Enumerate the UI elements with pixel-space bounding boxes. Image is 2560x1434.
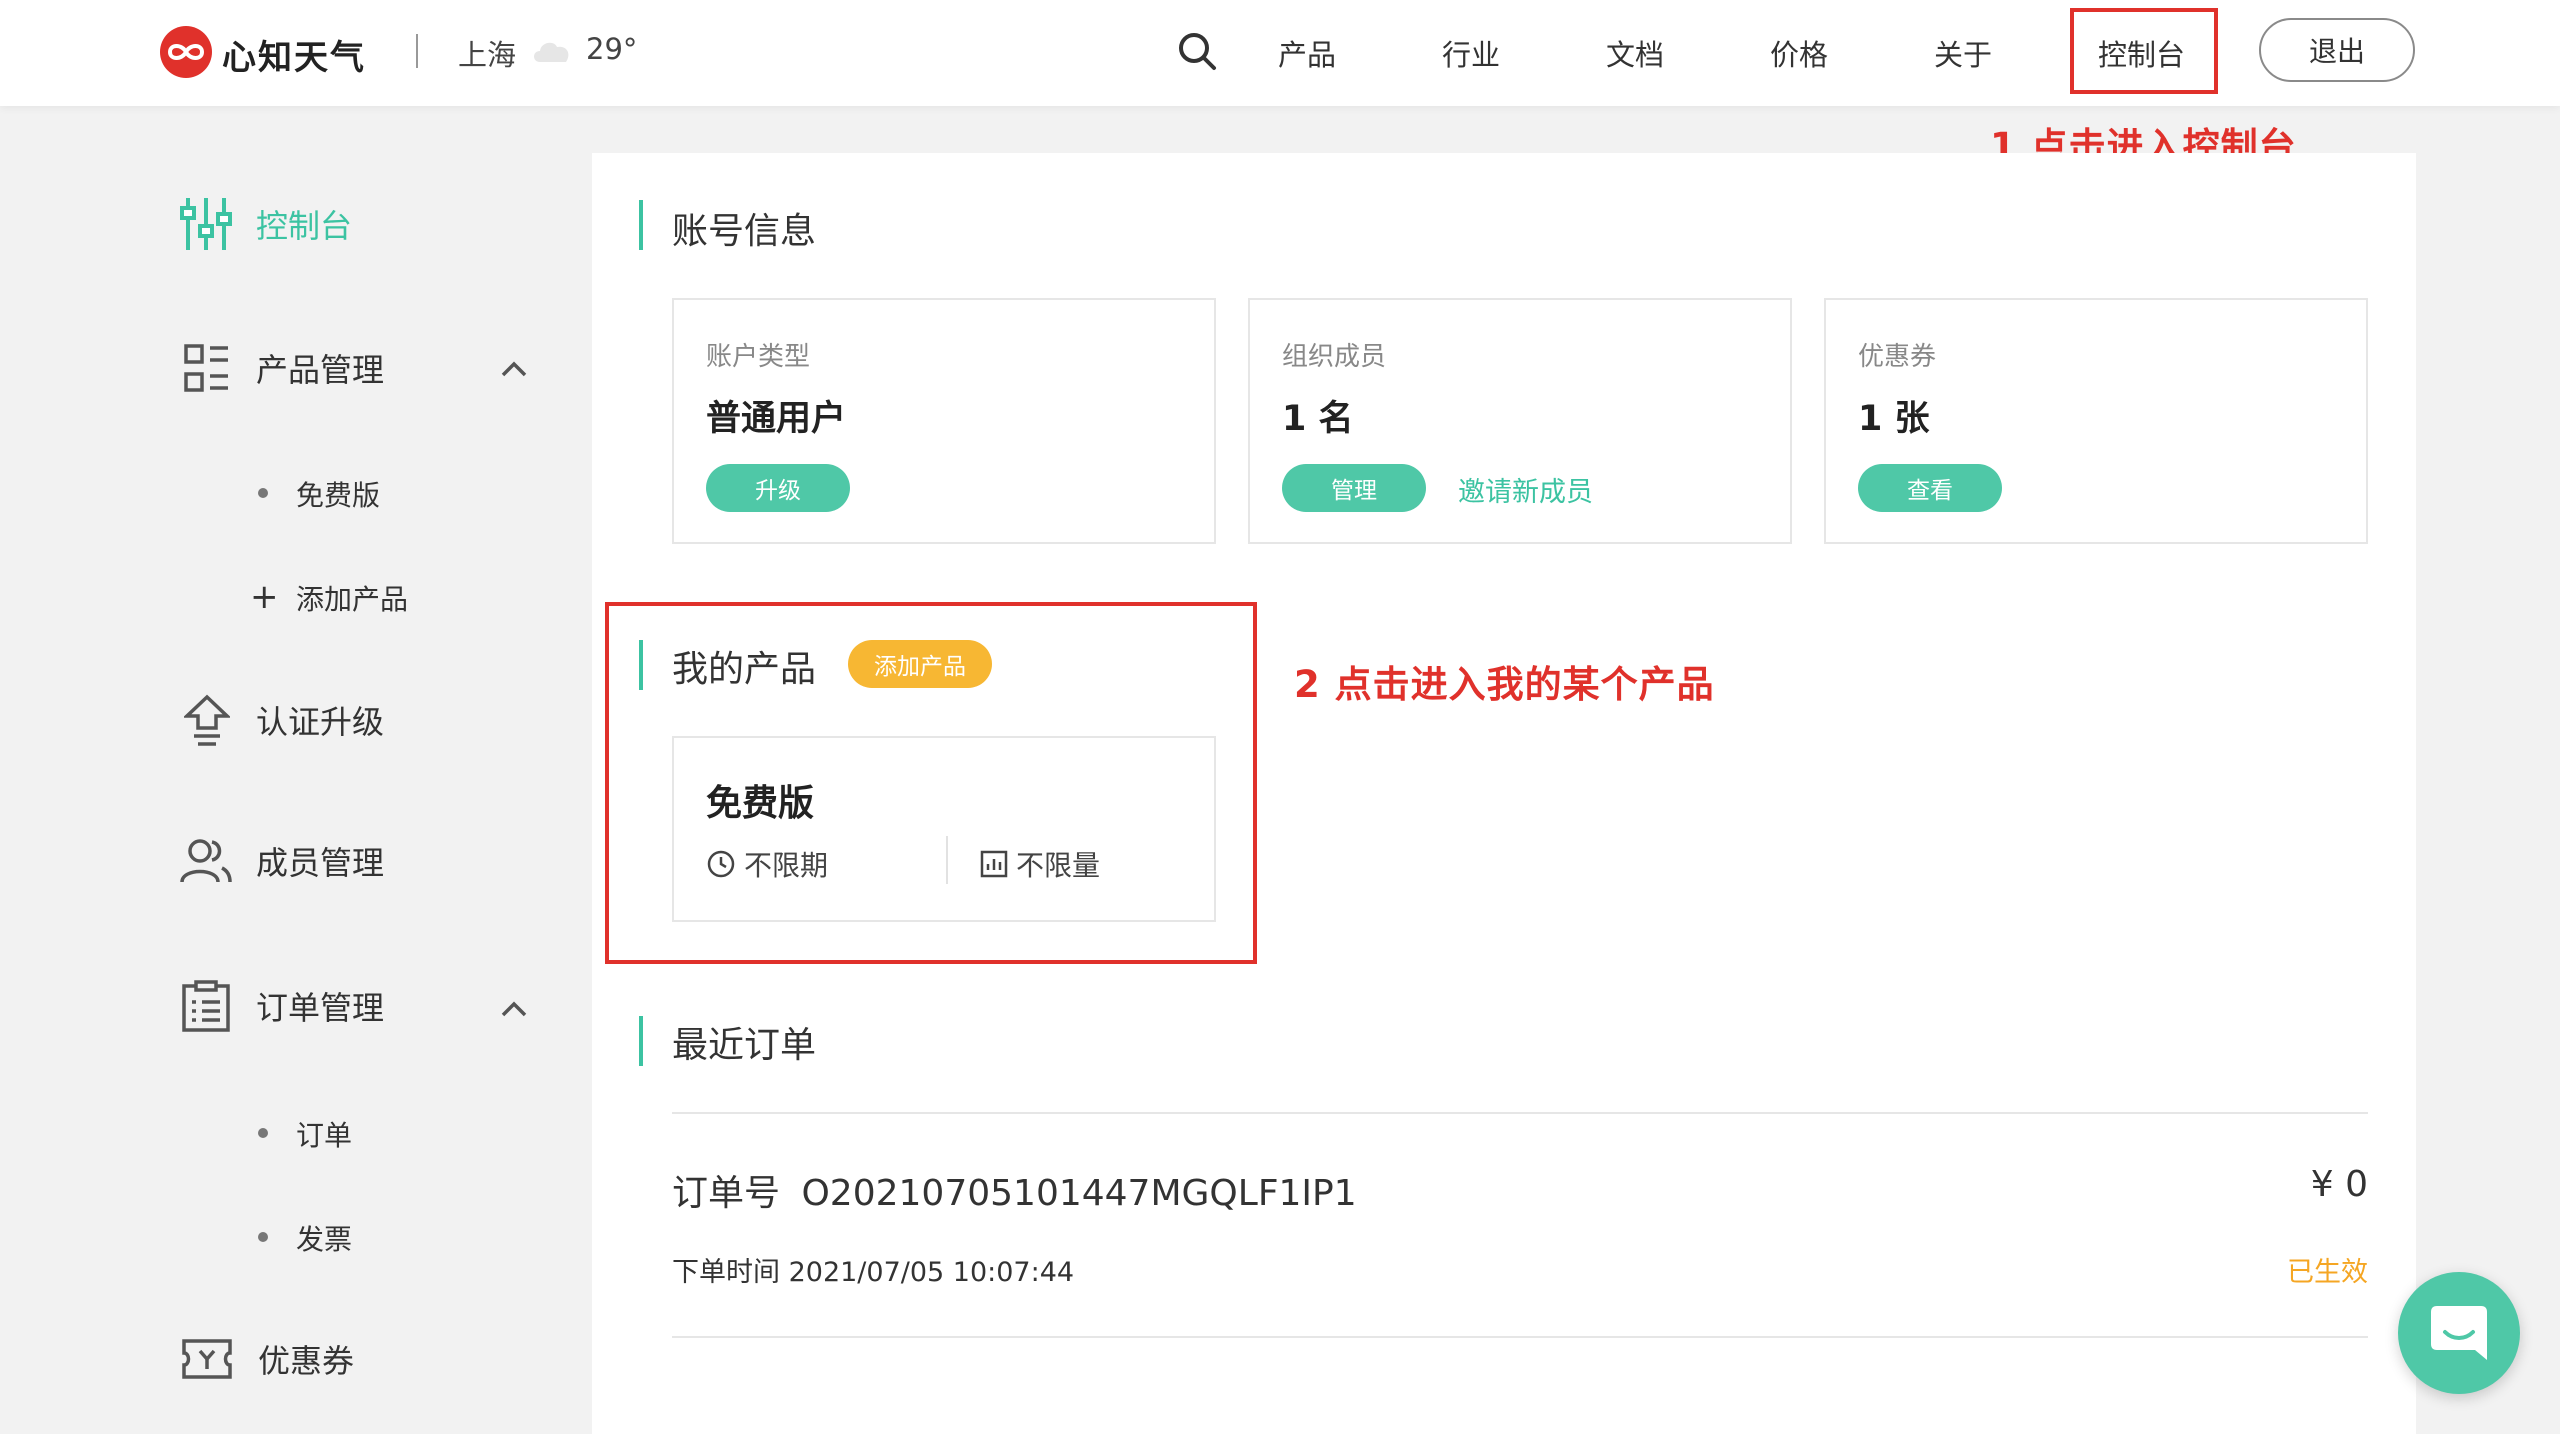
- annotation-step-2: 2 点击进入我的某个产品: [1294, 663, 1715, 706]
- invite-member-link[interactable]: 邀请新成员: [1458, 470, 1593, 509]
- nav-docs[interactable]: 文档: [1606, 32, 1664, 74]
- sidebar-item-product-management[interactable]: 产品管理: [184, 344, 384, 392]
- product-period-text: 不限期: [744, 849, 829, 882]
- weather-city: 上海: [458, 38, 517, 72]
- sidebar-product-label: 产品管理: [256, 351, 385, 389]
- add-product-button[interactable]: 添加产品: [848, 640, 992, 688]
- nav-console[interactable]: 控制台: [2098, 32, 2185, 74]
- section-accent-bar: [639, 200, 643, 250]
- top-navbar: 心知天气 上海 29° 产品 行业 文档 价格 关于 控制台 退出: [0, 0, 2560, 106]
- order-number-label: 订单号: [672, 1173, 781, 1214]
- order-status-badge: 已生效: [2287, 1257, 2368, 1288]
- product-meta-divider: [946, 836, 948, 884]
- sidebar-item-console[interactable]: 控制台: [180, 196, 352, 252]
- orders-section-title: 最近订单: [672, 1025, 817, 1066]
- org-members-card: 组织成员 1 名 管理 邀请新成员: [1248, 298, 1792, 544]
- clock-icon: [706, 849, 736, 879]
- account-section-title: 账号信息: [672, 211, 817, 252]
- account-type-value: 普通用户: [706, 399, 847, 439]
- product-card-free[interactable]: 免费版 不限期 不限量: [672, 736, 1216, 922]
- sidebar-subitem-orders[interactable]: 订单: [296, 1114, 352, 1154]
- sidebar-console-label: 控制台: [256, 207, 353, 245]
- plus-icon[interactable]: +: [250, 576, 279, 618]
- org-members-label: 组织成员: [1282, 342, 1387, 372]
- chat-support-button[interactable]: [2398, 1272, 2520, 1394]
- sidebar-item-order-management[interactable]: 订单管理: [182, 980, 384, 1032]
- upgrade-arrow-icon: [184, 694, 230, 746]
- sidebar-subitem-free-edition[interactable]: 免费版: [296, 474, 380, 514]
- sidebar-coupons-label: 优惠券: [258, 1342, 355, 1380]
- users-icon: [180, 838, 232, 884]
- coupons-card: 优惠券 1 张 查看: [1824, 298, 2368, 544]
- sidebar-verify-label: 认证升级: [256, 703, 385, 741]
- sidebar-subitem-invoices[interactable]: 发票: [296, 1218, 352, 1258]
- product-period: 不限期: [706, 844, 828, 884]
- coupons-value: 1 张: [1858, 399, 1930, 439]
- bullet-dot: [258, 488, 268, 498]
- grid-list-icon: [184, 344, 230, 392]
- nav-pricing[interactable]: 价格: [1770, 32, 1828, 74]
- cloud-icon: [530, 36, 574, 68]
- weather-temperature: 29°: [586, 32, 638, 66]
- order-amount: ¥ 0: [2310, 1164, 2368, 1205]
- sidebar-subitem-add-product[interactable]: 添加产品: [296, 578, 408, 618]
- bullet-dot: [258, 1128, 268, 1138]
- order-number[interactable]: 订单号 O20210705101447MGQLF1IP1: [672, 1164, 1357, 1216]
- nav-industries[interactable]: 行业: [1442, 32, 1500, 74]
- sidebar-order-label: 订单管理: [256, 989, 385, 1027]
- products-section-title: 我的产品: [672, 649, 817, 690]
- bar-chart-icon: [980, 850, 1008, 878]
- sidebar-members-label: 成员管理: [256, 844, 385, 882]
- order-number-value: O20210705101447MGQLF1IP1: [801, 1173, 1357, 1214]
- bullet-dot: [258, 1232, 268, 1242]
- brand-logo-icon[interactable]: [160, 26, 212, 78]
- view-coupons-button[interactable]: 查看: [1858, 464, 2002, 512]
- nav-products[interactable]: 产品: [1278, 32, 1336, 74]
- ticket-icon: [182, 1339, 232, 1379]
- clipboard-list-icon: [182, 980, 230, 1032]
- account-type-label: 账户类型: [706, 342, 811, 372]
- product-name: 免费版: [706, 783, 815, 824]
- section-accent-bar: [639, 1016, 643, 1066]
- brand-name[interactable]: 心知天气: [222, 30, 366, 79]
- sidebar-item-verify-upgrade[interactable]: 认证升级: [184, 694, 384, 746]
- upgrade-button[interactable]: 升级: [706, 464, 850, 512]
- logout-button[interactable]: 退出: [2259, 18, 2415, 82]
- chevron-up-icon[interactable]: [500, 1000, 528, 1022]
- order-time: 下单时间 2021/07/05 10:07:44: [672, 1257, 1075, 1288]
- chat-bubble-icon: [2429, 1304, 2489, 1362]
- sidebar-item-member-management[interactable]: 成员管理: [180, 838, 384, 884]
- product-quota: 不限量: [980, 844, 1100, 884]
- coupons-label: 优惠券: [1858, 342, 1937, 372]
- orders-bottom-divider: [672, 1336, 2368, 1338]
- org-members-value: 1 名: [1282, 399, 1354, 439]
- orders-top-divider: [672, 1112, 2368, 1114]
- manage-members-button[interactable]: 管理: [1282, 464, 1426, 512]
- search-icon[interactable]: [1176, 30, 1218, 76]
- section-accent-bar: [639, 640, 643, 690]
- account-type-card: 账户类型 普通用户 升级: [672, 298, 1216, 544]
- sliders-icon: [180, 196, 232, 252]
- product-quota-text: 不限量: [1016, 849, 1101, 882]
- chevron-up-icon[interactable]: [500, 360, 528, 382]
- sidebar-item-coupons[interactable]: 优惠券: [182, 1336, 354, 1382]
- nav-about[interactable]: 关于: [1934, 32, 1992, 74]
- header-divider: [416, 34, 418, 68]
